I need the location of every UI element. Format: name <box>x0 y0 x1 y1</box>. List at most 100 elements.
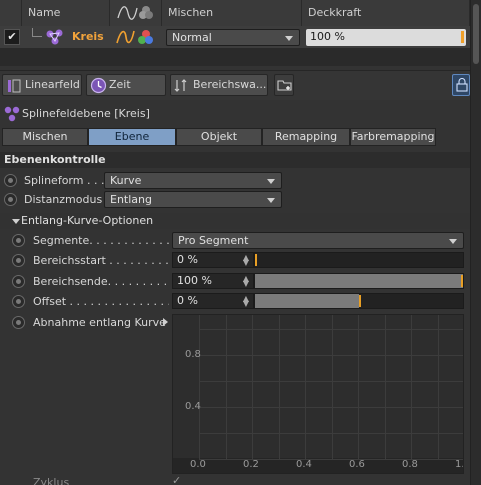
offset-slider[interactable] <box>254 293 464 309</box>
spinner-arrows-icon[interactable]: ▲ ▼ <box>243 295 249 308</box>
layer-row[interactable]: ✔ Kreis Normal 100 % <box>0 26 470 48</box>
distanzmodus-label: Distanzmodus <box>24 193 103 206</box>
segmente-animate-radio[interactable] <box>12 234 25 247</box>
section-ebenenkontrolle: Ebenenkontrolle <box>0 152 470 168</box>
opacity-field[interactable]: 100 % <box>306 29 466 46</box>
blend-mode-value: Normal <box>172 31 212 44</box>
spline-curve-icon <box>117 6 153 20</box>
field-toolbar: Linearfeld Zeit Bereichswa... <box>0 70 470 100</box>
distanzmodus-dropdown[interactable]: Entlang <box>104 191 282 208</box>
graph-x-axis-band <box>173 458 463 473</box>
linearfeld-label: Linearfeld <box>25 78 80 91</box>
offset-animate-radio[interactable] <box>12 295 25 308</box>
splineform-dropdown[interactable]: Kurve <box>104 172 282 189</box>
y-tick-label: 0.4 <box>185 401 201 412</box>
bereichsstart-slider[interactable] <box>254 252 464 268</box>
segmente-dropdown[interactable]: Pro Segment <box>172 232 464 249</box>
x-tick-label: 1. <box>455 459 464 470</box>
zeit-button[interactable]: Zeit <box>86 74 166 96</box>
slider-marker[interactable] <box>255 254 257 266</box>
lock-view-button[interactable] <box>452 74 470 96</box>
slider-marker[interactable] <box>359 295 361 307</box>
bereichsstart-animate-radio[interactable] <box>12 254 25 267</box>
grid-line-horizontal <box>199 329 463 330</box>
splineform-animate-radio[interactable] <box>4 174 17 187</box>
grid-line-vertical <box>331 315 333 460</box>
opacity-value: 100 % <box>310 30 345 43</box>
x-tick-label: 0.6 <box>349 459 365 470</box>
lock-icon <box>456 78 468 92</box>
x-tick-label: 0.0 <box>190 459 206 470</box>
distanzmodus-value: Entlang <box>110 193 152 206</box>
add-folder-button[interactable] <box>274 74 294 96</box>
tab-farbremapping[interactable]: Farbremapping <box>350 128 436 146</box>
folder-add-icon <box>277 80 292 91</box>
range-map-icon <box>174 79 187 92</box>
blend-mode-dropdown[interactable]: Normal <box>166 29 300 46</box>
grid-line-vertical <box>278 315 280 460</box>
bereichsende-input[interactable]: 100 % ▲ ▼ <box>172 273 254 289</box>
grid-line-vertical <box>305 315 306 460</box>
object-title-row: Splinefeldebene [Kreis] <box>0 104 470 124</box>
tab-ebene[interactable]: Ebene <box>88 128 176 146</box>
grid-line-vertical <box>411 315 412 460</box>
layer-list: Name Mischen Deckkraft ✔ Kreis Normal 10… <box>0 0 470 66</box>
subsection-entlang-kurve-optionen[interactable]: Entlang-Kurve-Optionen <box>0 213 470 229</box>
bereichsstart-label: Bereichsstart . . . . . . . . . . <box>33 254 169 267</box>
layer-enable-checkbox[interactable]: ✔ <box>4 29 20 45</box>
expand-right-triangle-icon[interactable] <box>163 318 168 326</box>
grid-line-horizontal <box>199 459 463 460</box>
grid-line-vertical <box>199 315 200 460</box>
tab-remapping[interactable]: Remapping <box>262 128 350 146</box>
grid-line-vertical <box>358 315 359 460</box>
tab-objekt[interactable]: Objekt <box>176 128 262 146</box>
x-tick-label: 0.2 <box>243 459 259 470</box>
linearfeld-button[interactable]: Linearfeld <box>2 74 82 96</box>
bereichsende-slider[interactable] <box>254 273 464 289</box>
slider-fill <box>255 274 463 288</box>
splineform-value: Kurve <box>110 174 142 187</box>
segmente-value: Pro Segment <box>178 234 249 247</box>
spinner-arrows-icon[interactable]: ▲ ▼ <box>243 275 249 288</box>
header-mischen[interactable]: Mischen <box>162 0 302 26</box>
scrollbar-thumb[interactable] <box>473 4 479 64</box>
abnahme-label: Abnahme entlang Kurve <box>33 316 166 329</box>
object-title: Splinefeldebene [Kreis] <box>22 107 150 120</box>
linear-field-icon <box>8 79 21 93</box>
falloff-curve-graph[interactable]: 0.8 0.4 0.0 0.2 0.4 0.6 0.8 1. <box>172 314 464 474</box>
slider-marker[interactable] <box>461 275 463 287</box>
header-name[interactable]: Name <box>22 0 110 26</box>
grid-line-horizontal <box>199 381 463 382</box>
bereichsstart-input[interactable]: 0 % ▲ ▼ <box>172 252 254 268</box>
zyklus-checkbox[interactable]: ✓ <box>172 474 181 485</box>
grid-line-horizontal <box>199 433 463 434</box>
chevron-down-icon <box>267 179 275 184</box>
chevron-down-icon <box>267 198 275 203</box>
opacity-marker <box>461 31 464 43</box>
abnahme-animate-radio[interactable] <box>12 316 25 329</box>
chevron-down-icon <box>285 36 293 41</box>
offset-input[interactable]: 0 % ▲ ▼ <box>172 293 254 309</box>
bereichsende-animate-radio[interactable] <box>12 275 25 288</box>
vertical-scrollbar[interactable] <box>470 0 481 485</box>
clock-icon <box>90 77 107 94</box>
tree-connector <box>32 28 42 37</box>
bereichsstart-value: 0 % <box>177 253 198 266</box>
distanzmodus-animate-radio[interactable] <box>4 193 17 206</box>
offset-label: Offset . . . . . . . . . . . . . . . <box>33 295 169 308</box>
tab-bar: Mischen Ebene Objekt Remapping Farbremap… <box>2 128 468 146</box>
layer-name[interactable]: Kreis <box>72 30 104 43</box>
expand-triangle-icon[interactable] <box>12 219 20 224</box>
splineform-label: Splineform . . . <box>24 174 105 187</box>
tab-mischen[interactable]: Mischen <box>2 128 88 146</box>
x-tick-label: 0.4 <box>296 459 312 470</box>
segmente-label: Segmente. . . . . . . . . . . . . . <box>33 234 169 247</box>
bereichsende-value: 100 % <box>177 274 212 287</box>
header-deckkraft[interactable]: Deckkraft <box>302 0 470 26</box>
bereichswa-button[interactable]: Bereichswa... <box>170 74 268 96</box>
spinner-arrows-icon[interactable]: ▲ ▼ <box>243 254 249 267</box>
grid-line-horizontal <box>199 355 463 356</box>
layer-color-icons <box>116 30 153 44</box>
zyklus-label: Zyklus <box>33 476 70 485</box>
spline-field-icon <box>46 29 63 45</box>
